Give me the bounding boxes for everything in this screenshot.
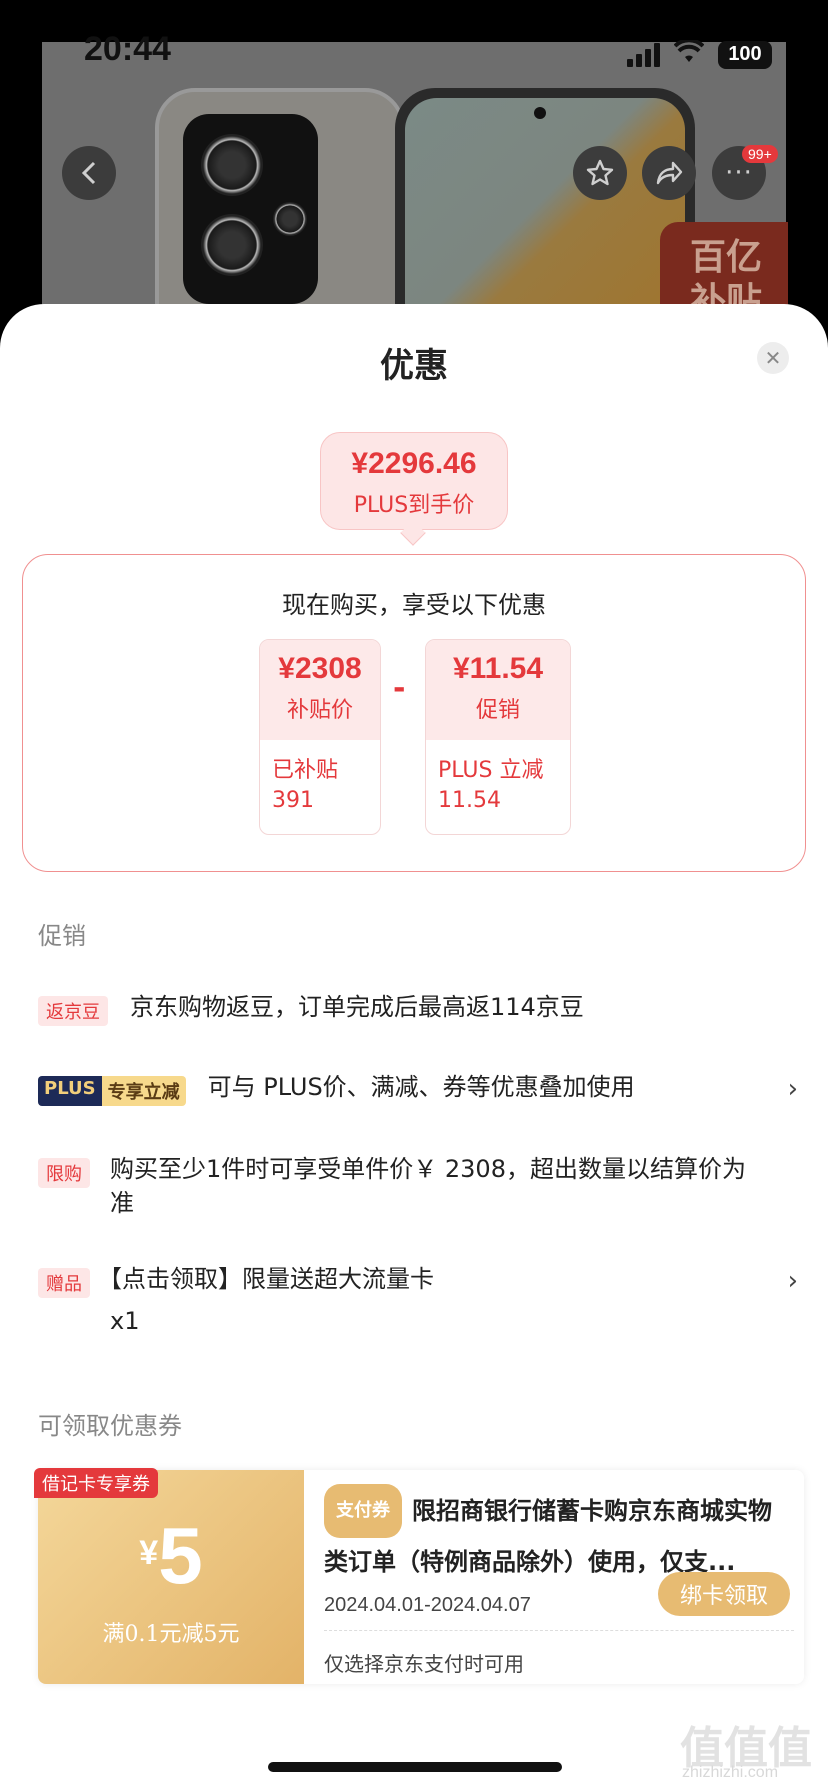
promo-item-plus[interactable]: PLUS 专享立减 可与 PLUS价、满减、券等优惠叠加使用 › [38, 1070, 798, 1106]
camera-lens [201, 134, 263, 196]
promo-text: 购买至少1件时可享受单件价￥ 2308，超出数量以结算价为准 [110, 1155, 746, 1217]
chevron-right-icon: › [787, 1074, 798, 1104]
promotion-sheet: 优惠 ✕ ¥2296.46 PLUS到手价 现在购买，享受以下优惠 ¥2308 … [0, 304, 828, 1792]
coupon-value-panel: ¥5 满0.1元减5元 [38, 1470, 304, 1684]
promo-tag: 赠品 [38, 1268, 90, 1298]
coupon-section-label: 可领取优惠券 [38, 1412, 182, 1440]
final-price-box: ¥2296.46 PLUS到手价 [320, 432, 508, 530]
chevron-left-icon [81, 161, 96, 185]
promo-text: 【点击领取】限量送超大流量卡 [98, 1265, 434, 1293]
price-card-detail: 已补贴 [272, 758, 339, 783]
price-card-label: 促销 [475, 698, 520, 723]
share-icon [656, 161, 683, 185]
status-time: 20:44 [84, 30, 171, 68]
price-card-value: ¥2308 [278, 652, 362, 685]
promo-tag: 返京豆 [38, 996, 108, 1026]
status-icons: 100 [627, 38, 772, 71]
share-button[interactable] [642, 146, 696, 200]
close-button[interactable]: ✕ [757, 342, 789, 374]
promo-item-jingdou: 返京豆 京东购物返豆，订单完成后最高返114京豆 [38, 990, 798, 1026]
final-price-amount: ¥2296.46 [351, 447, 477, 480]
promo-subtext: x1 [110, 1307, 140, 1335]
chevron-right-icon: › [787, 1266, 798, 1296]
close-icon: ✕ [764, 346, 782, 370]
promo-text: 可与 PLUS价、满减、券等优惠叠加使用 [207, 1073, 635, 1101]
camera-lens [201, 214, 263, 276]
plus-tag-label: 专享立减 [101, 1076, 186, 1106]
promo-item-gift[interactable]: 赠品 【点击领取】限量送超大流量卡 x1 › [38, 1262, 798, 1338]
coupon-note: 仅选择京东支付时可用 [324, 1652, 524, 1676]
price-card-promo: ¥11.54 促销 PLUS 立减 11.54 [425, 639, 571, 835]
promo-tag: 限购 [38, 1158, 90, 1188]
price-card-value: ¥11.54 [452, 652, 544, 685]
coupon-value: 5 [158, 1511, 203, 1600]
coupon-condition: 满0.1元减5元 [102, 1622, 240, 1647]
watermark-url: zhizhizhi.com [682, 1764, 779, 1781]
bind-card-button[interactable]: 绑卡领取 [658, 1572, 790, 1616]
breakdown-title: 现在购买，享受以下优惠 [282, 591, 546, 619]
favorite-button[interactable] [573, 146, 627, 200]
home-indicator[interactable] [268, 1762, 562, 1772]
camera-lens [273, 202, 307, 236]
plus-tag: PLUS 专享立减 [38, 1076, 186, 1106]
message-count-badge: 99+ [742, 145, 778, 163]
coupon-card[interactable]: ¥5 满0.1元减5元 支付券 限招商银行储蓄卡购京东商城实物类订单（特例商品除外… [38, 1470, 804, 1684]
coupon-date: 2024.04.01-2024.04.07 [324, 1594, 531, 1616]
minus-operator: - [393, 671, 406, 706]
plus-tag-brand: PLUS [38, 1076, 102, 1106]
promo-text: 京东购物返豆，订单完成后最高返114京豆 [130, 993, 584, 1021]
price-card-label: 补贴价 [286, 698, 353, 723]
promo-item-limit: 限购 购买至少1件时可享受单件价￥ 2308，超出数量以结算价为准 [38, 1152, 798, 1220]
signal-icon [627, 42, 660, 67]
price-card-detail-value: 11.54 [438, 788, 501, 813]
coupon-title: 支付券 限招商银行储蓄卡购京东商城实物类订单（特例商品除外）使用，仅支... [324, 1484, 794, 1586]
coupon-currency: ¥ [139, 1534, 159, 1572]
wifi-icon [673, 38, 705, 71]
coupon-divider [324, 1630, 794, 1631]
price-breakdown-box: 现在购买，享受以下优惠 ¥2308 补贴价 已补贴 391 - ¥11.54 促… [22, 554, 806, 872]
price-card-detail: PLUS 立减 [438, 758, 544, 783]
final-price-label: PLUS到手价 [353, 493, 475, 518]
back-button[interactable] [62, 146, 116, 200]
camera-module-image [183, 114, 318, 304]
sheet-title: 优惠 [380, 346, 448, 386]
pay-coupon-tag: 支付券 [324, 1484, 402, 1538]
promo-section-label: 促销 [38, 922, 86, 950]
battery-icon: 100 [718, 40, 772, 69]
price-card-detail-value: 391 [272, 788, 314, 813]
punch-hole [534, 107, 546, 119]
coupon-flag: 借记卡专享券 [34, 1468, 158, 1498]
star-icon [586, 159, 614, 186]
price-card-subsidy: ¥2308 补贴价 已补贴 391 [259, 639, 381, 835]
